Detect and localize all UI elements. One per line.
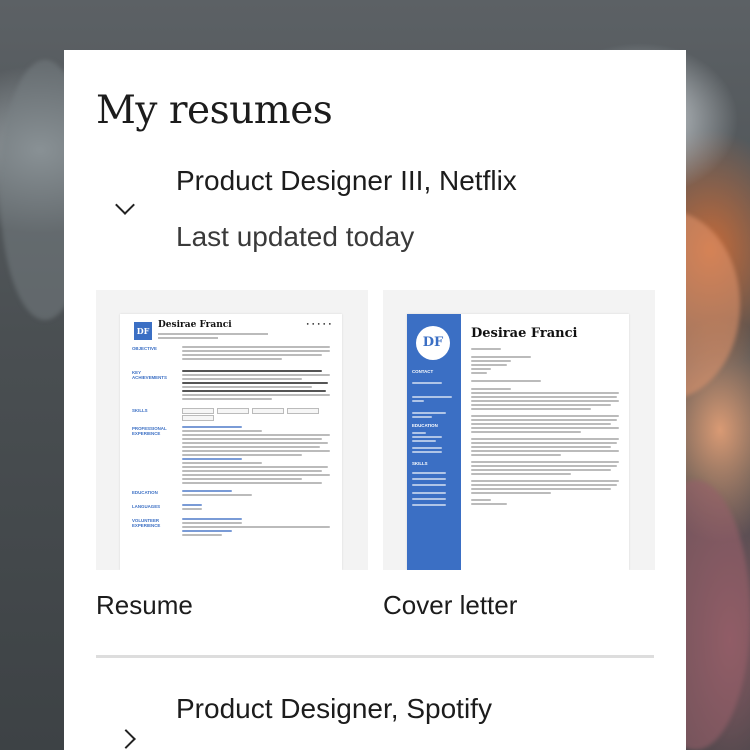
cover-letter-name: Desirae Franci bbox=[471, 326, 578, 341]
divider bbox=[96, 655, 654, 658]
cover-letter-document-preview: DF CONTACT EDUCATION SKILLS Desirae Fran… bbox=[407, 314, 629, 570]
resume-section-label: VOLUNTEER EXPERIENCE bbox=[132, 518, 161, 528]
resume-skill-tags bbox=[182, 415, 214, 421]
cover-letter-sidebar: DF CONTACT EDUCATION SKILLS bbox=[407, 314, 461, 570]
cover-section-label: CONTACT bbox=[412, 369, 434, 374]
resume-section-label: LANGUAGES bbox=[132, 504, 161, 509]
resumes-card: My resumes Product Designer III, Netflix… bbox=[64, 50, 686, 750]
resume-preview-name: Desirae Franci bbox=[158, 320, 232, 330]
resume-preview-contact bbox=[158, 332, 268, 339]
resume-skill-tags bbox=[182, 408, 319, 414]
resume-section-label: SKILLS bbox=[132, 408, 148, 413]
social-icons: ● ● ● ● ● bbox=[306, 321, 332, 326]
resume-item-title[interactable]: Product Designer III, Netflix bbox=[176, 165, 517, 197]
resume-monogram: DF bbox=[134, 322, 152, 340]
cover-section-label: SKILLS bbox=[412, 461, 428, 466]
chevron-right-icon[interactable] bbox=[116, 729, 136, 749]
resume-section-text bbox=[182, 370, 332, 402]
resume-item-title[interactable]: Product Designer, Spotify bbox=[176, 693, 492, 725]
resume-section-text bbox=[182, 504, 332, 512]
resume-section-text bbox=[182, 490, 332, 498]
resume-section-text bbox=[182, 518, 332, 538]
cover-letter-label[interactable]: Cover letter bbox=[383, 590, 517, 621]
resume-section-label: OBJECTIVE bbox=[132, 346, 157, 351]
resume-item-updated: Last updated today bbox=[176, 221, 415, 252]
resume-label[interactable]: Resume bbox=[96, 590, 193, 621]
resume-thumbnail[interactable]: DF Desirae Franci ● ● ● ● ● OBJECTIVE KE… bbox=[96, 290, 368, 570]
resume-section-label: KEY ACHIEVEMENTS bbox=[132, 370, 167, 380]
resume-section-text bbox=[182, 426, 332, 486]
resume-document-preview: DF Desirae Franci ● ● ● ● ● OBJECTIVE KE… bbox=[120, 314, 342, 570]
page-title: My resumes bbox=[96, 88, 333, 133]
cover-letter-thumbnail[interactable]: DF CONTACT EDUCATION SKILLS Desirae Fran… bbox=[383, 290, 655, 570]
resume-section-text bbox=[182, 346, 332, 362]
resume-section-label: PROFESSIONAL EXPERIENCE bbox=[132, 426, 167, 436]
cover-letter-body bbox=[471, 348, 621, 507]
cover-letter-monogram: DF bbox=[416, 326, 450, 360]
chevron-down-icon[interactable] bbox=[115, 195, 135, 215]
resume-section-label: EDUCATION bbox=[132, 490, 158, 495]
cover-section-label: EDUCATION bbox=[412, 423, 438, 428]
